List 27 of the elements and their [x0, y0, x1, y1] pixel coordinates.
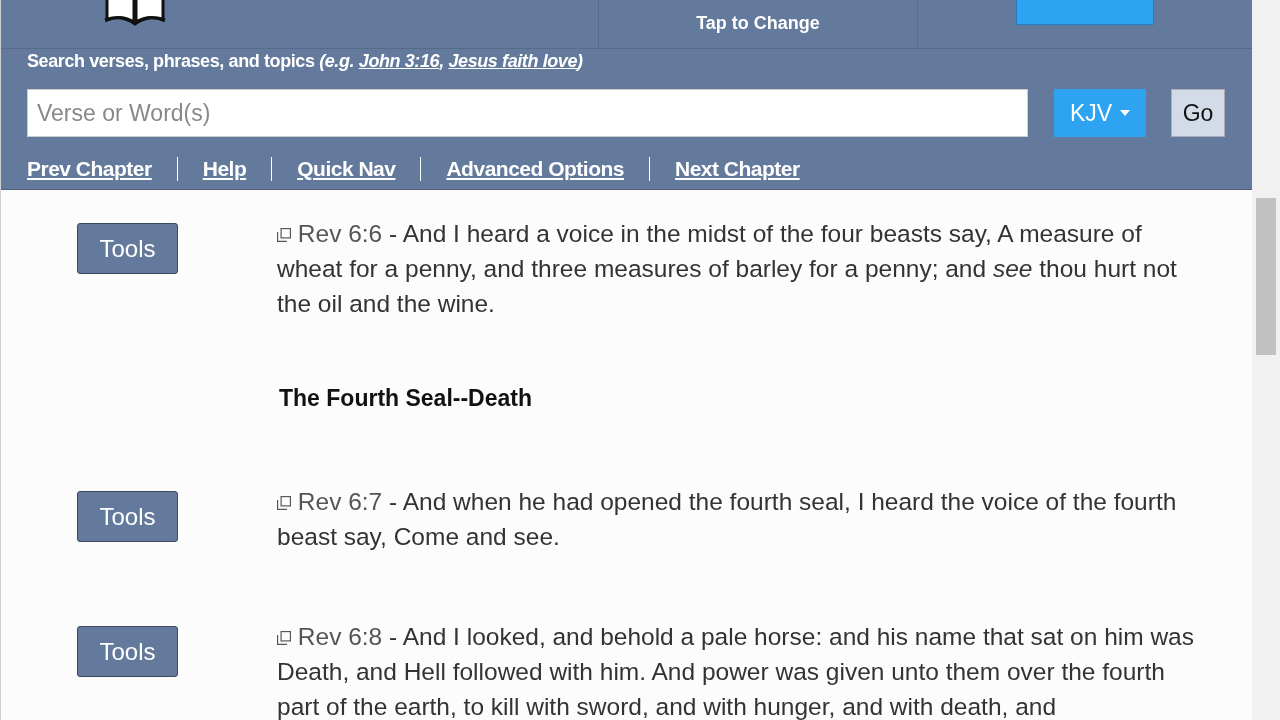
copy-icon[interactable] [277, 496, 291, 510]
search-field[interactable]: Verse or Word(s) [27, 89, 1028, 137]
verse-reference[interactable]: Rev 6:8 [297, 623, 383, 650]
version-change-link[interactable]: Tap to Change [696, 13, 820, 34]
nav-link[interactable]: Prev Chapter [27, 157, 152, 181]
version-dropdown[interactable]: KJV [1054, 89, 1146, 137]
nav-link[interactable]: Help [202, 157, 247, 181]
example-link[interactable]: John 3:16 [358, 51, 440, 71]
nav-link[interactable]: Advanced Options [446, 157, 624, 181]
go-button[interactable]: Go [1171, 89, 1225, 137]
scrollbar[interactable] [1252, 0, 1280, 720]
scrollbar-thumb[interactable] [1256, 198, 1276, 355]
search-hint: Search verses, phrases, and topics (e.g. John 3:16, Jesus faith love) [27, 51, 584, 72]
copy-icon[interactable] [277, 631, 291, 645]
tools-button[interactable]: Tools [77, 626, 178, 677]
copy-icon[interactable] [277, 228, 291, 242]
tools-button[interactable]: Tools [77, 491, 178, 542]
tools-button[interactable]: Tools [77, 223, 178, 274]
section-heading: The Fourth Seal--Death [279, 385, 533, 412]
verse-reference[interactable]: Rev 6:7 [297, 488, 383, 515]
nav-link[interactable]: Quick Nav [297, 157, 396, 181]
verse-text: Rev 6:8 - And I looked, and behold a pale horse: and his name that sat on him was Death, and Hell followed with him. And power was given unto them over the fourth part of the earth, to kill with sword, and with hunger, and with death, and [277, 622, 1195, 720]
caret-icon [1120, 110, 1131, 116]
verse-reference[interactable]: Rev 6:6 [297, 220, 383, 247]
verse-text: Rev 6:7 - And when he had opened the fourth seal, I heard the voice of the fourth beast say, Come and see. [277, 487, 1178, 552]
verse-text: Rev 6:6 - And I heard a voice in the midst of the four beasts say, A measure of wheat for a penny, and three measures of barley for a penny; and see thou hurt not the oil and the wine. [277, 219, 1178, 319]
nav-link[interactable]: Next Chapter [675, 157, 800, 181]
